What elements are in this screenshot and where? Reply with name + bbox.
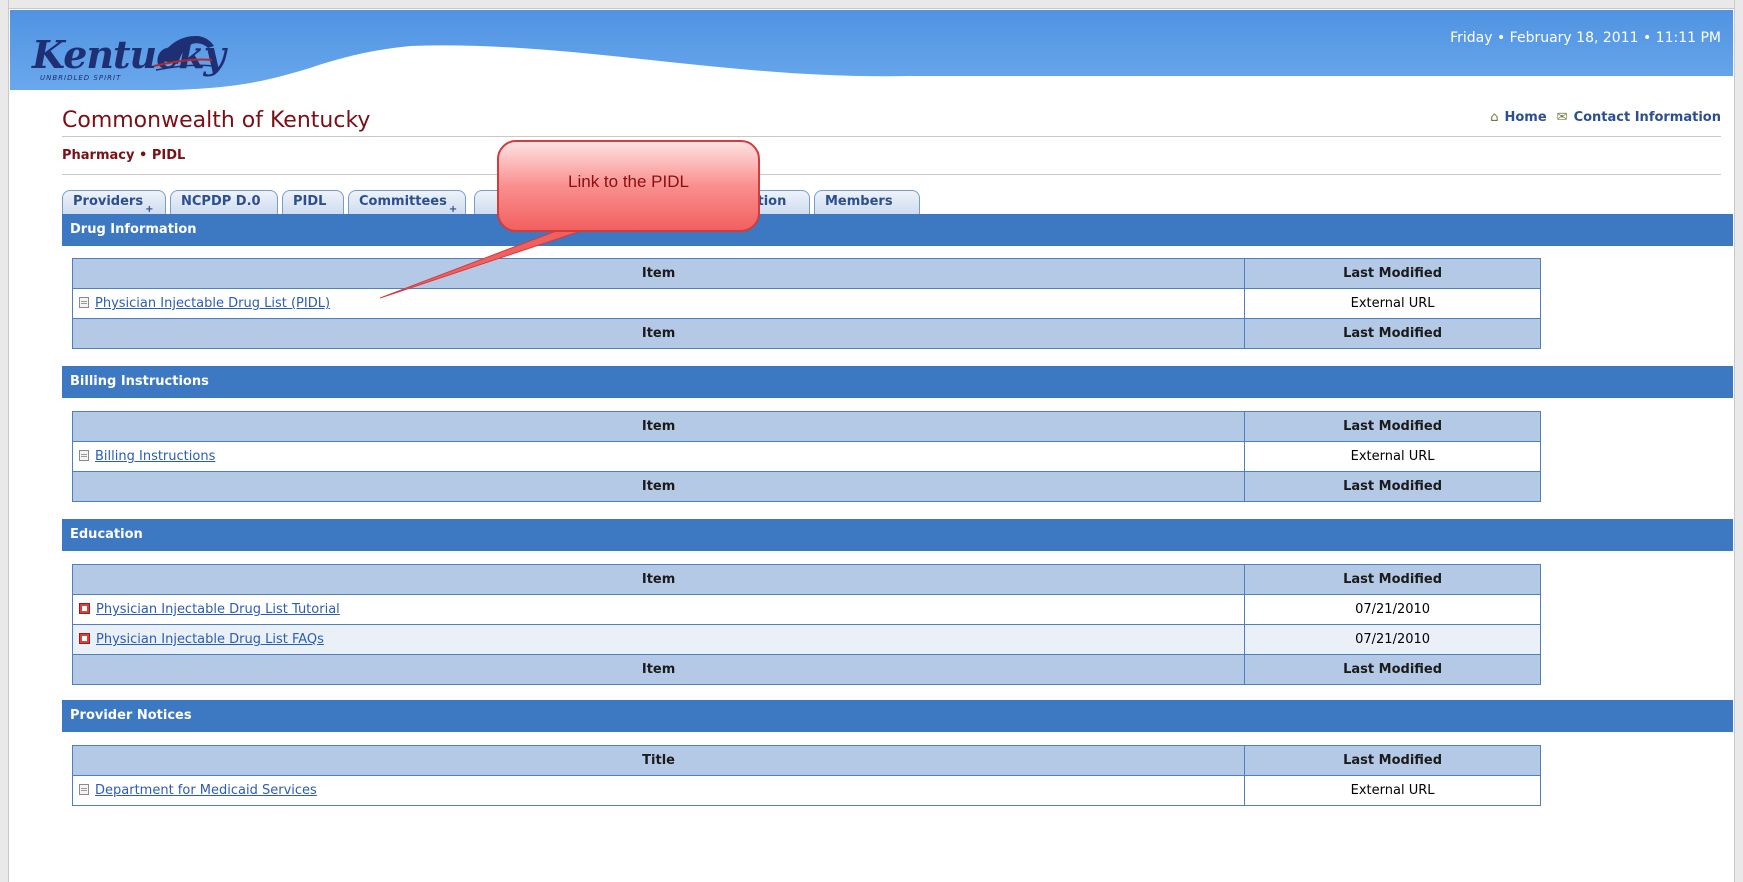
- column-footer-item: Item: [71, 318, 1246, 349]
- table-row: Physician Injectable Drug List FAQs 07/2…: [71, 624, 1541, 655]
- tab-members[interactable]: Members: [814, 190, 920, 214]
- column-header-title: Title: [71, 745, 1246, 776]
- drug-information-table: Item Last Modified Physician Injectable …: [71, 258, 1541, 349]
- column-header-item: Item: [71, 258, 1246, 289]
- table-row: Billing Instructions External URL: [71, 441, 1541, 472]
- callout-bubble: Link to the PIDL: [497, 140, 760, 232]
- last-modified-value: External URL: [1244, 288, 1541, 319]
- table-footer-row: Item Last Modified: [71, 318, 1541, 349]
- breadcrumb: Pharmacy • PIDL: [62, 148, 186, 163]
- document-icon: [79, 784, 89, 795]
- tab-committees[interactable]: Committees+: [348, 190, 466, 215]
- frame-top-border: [0, 0, 1743, 9]
- contact-information-link[interactable]: ✉ Contact Information: [1557, 110, 1721, 125]
- tab-label: NCPDP D.0: [181, 194, 261, 209]
- column-footer-last-modified: Last Modified: [1244, 471, 1541, 502]
- column-header-last-modified: Last Modified: [1244, 745, 1541, 776]
- section-header-billing-instructions: Billing Instructions: [62, 366, 1733, 398]
- table-header-row: Title Last Modified: [71, 745, 1541, 776]
- page: Kentucky UNBRIDLED SPIRIT Friday • Febru…: [10, 10, 1733, 882]
- browser-frame: Kentucky UNBRIDLED SPIRIT Friday • Febru…: [0, 0, 1743, 882]
- table-footer-row: Item Last Modified: [71, 654, 1541, 685]
- table-footer-row: Item Last Modified: [71, 471, 1541, 502]
- column-footer-item: Item: [71, 654, 1246, 685]
- table-header-row: Item Last Modified: [71, 564, 1541, 595]
- tab-label: PIDL: [293, 194, 327, 209]
- logo-tagline: UNBRIDLED SPIRIT: [40, 74, 122, 82]
- table-header-row: Item Last Modified: [71, 411, 1541, 442]
- last-modified-value: 07/21/2010: [1244, 594, 1541, 625]
- table-row: Department for Medicaid Services Externa…: [71, 775, 1541, 806]
- divider: [62, 174, 1721, 175]
- frame-right-border: [1734, 0, 1743, 882]
- column-footer-last-modified: Last Modified: [1244, 318, 1541, 349]
- last-modified-value: External URL: [1244, 441, 1541, 472]
- home-icon: ⌂: [1490, 110, 1499, 125]
- document-icon: [79, 297, 89, 308]
- section-header-education: Education: [62, 519, 1733, 551]
- home-link-label: Home: [1504, 110, 1547, 125]
- top-links: ⌂ Home ✉ Contact Information: [1490, 110, 1721, 125]
- divider: [62, 136, 1721, 137]
- kentucky-logo[interactable]: Kentucky UNBRIDLED SPIRIT: [32, 30, 232, 92]
- contact-link-label: Contact Information: [1573, 110, 1721, 125]
- horse-icon: [153, 36, 215, 71]
- contact-icon: ✉: [1556, 110, 1568, 125]
- pidl-faqs-link[interactable]: Physician Injectable Drug List FAQs: [96, 632, 324, 647]
- header-wave: [10, 10, 1733, 90]
- table-row: Physician Injectable Drug List (PIDL) Ex…: [71, 288, 1541, 319]
- billing-instructions-link[interactable]: Billing Instructions: [95, 449, 215, 464]
- column-header-item: Item: [71, 411, 1246, 442]
- column-header-last-modified: Last Modified: [1244, 258, 1541, 289]
- tab-ncpdp[interactable]: NCPDP D.0: [170, 190, 278, 214]
- tab-label: Members: [825, 194, 893, 209]
- pidl-link[interactable]: Physician Injectable Drug List (PIDL): [95, 296, 330, 311]
- callout-text: Link to the PIDL: [568, 172, 689, 191]
- billing-instructions-table: Item Last Modified Billing Instructions …: [71, 411, 1541, 502]
- provider-notices-table: Title Last Modified Department for Medic…: [71, 745, 1541, 806]
- datetime: Friday • February 18, 2011 • 11:11 PM: [1450, 30, 1721, 46]
- medicaid-services-link[interactable]: Department for Medicaid Services: [95, 783, 317, 798]
- tab-pidl[interactable]: PIDL: [282, 190, 344, 214]
- column-footer-item: Item: [71, 471, 1246, 502]
- column-header-last-modified: Last Modified: [1244, 411, 1541, 442]
- site-title: Commonwealth of Kentucky: [62, 108, 371, 133]
- last-modified-value: External URL: [1244, 775, 1541, 806]
- home-link[interactable]: ⌂ Home: [1490, 110, 1546, 125]
- column-footer-last-modified: Last Modified: [1244, 654, 1541, 685]
- header-band: Kentucky UNBRIDLED SPIRIT Friday • Febru…: [10, 10, 1733, 90]
- column-header-item: Item: [71, 564, 1246, 595]
- frame-left-border: [0, 0, 9, 882]
- tab-label: Providers: [73, 194, 144, 209]
- section-header-provider-notices: Provider Notices: [62, 700, 1733, 732]
- document-icon: [79, 450, 89, 461]
- education-table: Item Last Modified Physician Injectable …: [71, 564, 1541, 685]
- last-modified-value: 07/21/2010: [1244, 624, 1541, 655]
- tab-providers[interactable]: Providers+: [62, 190, 166, 215]
- table-header-row: Item Last Modified: [71, 258, 1541, 289]
- pidl-tutorial-link[interactable]: Physician Injectable Drug List Tutorial: [96, 602, 340, 617]
- pdf-icon: [79, 633, 90, 644]
- column-header-last-modified: Last Modified: [1244, 564, 1541, 595]
- table-row: Physician Injectable Drug List Tutorial …: [71, 594, 1541, 625]
- pdf-icon: [79, 603, 90, 614]
- section-header-drug-information: Drug Information: [62, 214, 1733, 246]
- tab-label: Committees: [359, 194, 447, 209]
